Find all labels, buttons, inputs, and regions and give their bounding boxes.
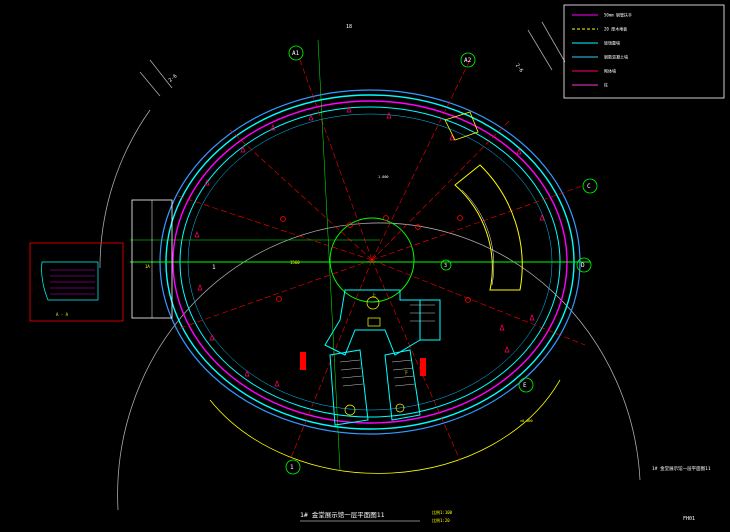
scale-a: 比例1:100 bbox=[432, 509, 453, 515]
top-code: 18 bbox=[346, 24, 352, 30]
axis-label-e: E bbox=[523, 382, 527, 389]
level-mark: ±0.000 bbox=[520, 419, 533, 423]
background bbox=[0, 0, 730, 532]
stair-up: 上 bbox=[372, 291, 376, 297]
axis-label-bottom: 1 bbox=[290, 464, 294, 471]
dim-left: 1A bbox=[145, 264, 150, 269]
legend-label-2: 玻璃幕墙 bbox=[604, 40, 620, 46]
legend-label-3: 钢筋混凝土墙 bbox=[604, 54, 628, 60]
axis-label-d: D bbox=[581, 262, 585, 269]
axis-label-center-right: 3 bbox=[444, 263, 447, 269]
side-title: 1# 金堂展示馆一层平面图11 bbox=[652, 465, 711, 472]
axis-label-c: C bbox=[587, 183, 591, 190]
red-door-1 bbox=[300, 352, 306, 370]
stair-dn: 下 bbox=[404, 370, 408, 375]
page-code: FH01 bbox=[683, 516, 695, 522]
legend-label-0: 50mm 钢管扶手 bbox=[604, 12, 632, 18]
inset-label: A - A bbox=[56, 312, 69, 317]
dim-main: 1560 bbox=[290, 260, 300, 265]
legend-label-4: 砌体墙 bbox=[604, 68, 616, 74]
legend-label-5: 柱 bbox=[604, 82, 608, 88]
axis-label-a1: A1 bbox=[292, 50, 300, 57]
axis-label-left-tag: 1 bbox=[212, 264, 216, 271]
legend-label-1: 20 厚木地板 bbox=[604, 26, 627, 32]
drawing-canvas: A1 A2 C D E 1 1 3 1560 1A 1.000 上 下 2-6 … bbox=[0, 0, 730, 532]
drawing-title: 1# 金堂展示馆一层平面图11 bbox=[300, 510, 385, 519]
scale-b: 比例1:20 bbox=[432, 517, 450, 523]
axis-label-a2: A2 bbox=[464, 57, 472, 64]
red-door-2 bbox=[420, 358, 426, 376]
center-mark: 1.000 bbox=[378, 175, 389, 179]
